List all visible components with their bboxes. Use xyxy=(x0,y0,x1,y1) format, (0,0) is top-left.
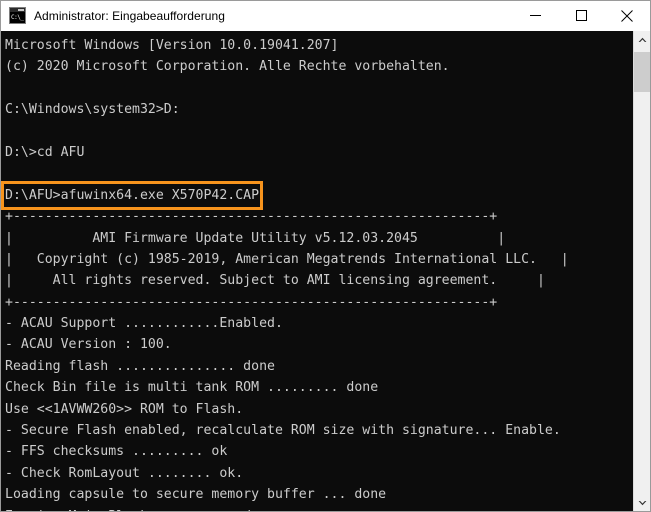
console-line: +---------------------------------------… xyxy=(5,209,498,225)
console-line: Use <<1AVWW260>> ROM to Flash. xyxy=(5,401,244,417)
close-button[interactable] xyxy=(604,1,650,30)
console-line: - Check RomLayout ........ ok. xyxy=(5,465,244,481)
scroll-down-arrow[interactable] xyxy=(634,494,650,511)
console-area: Microsoft Windows [Version 10.0.19041.20… xyxy=(1,31,650,511)
maximize-button[interactable] xyxy=(558,1,604,30)
scroll-thumb[interactable] xyxy=(634,52,650,92)
console-line: | All rights reserved. Subject to AMI li… xyxy=(5,273,545,289)
console-line: C:\Windows\system32>D: xyxy=(5,102,180,118)
cmd-icon-glyph: C:\_ xyxy=(10,12,25,23)
console-line: - FFS checksums ......... ok xyxy=(5,444,228,460)
minimize-button[interactable] xyxy=(512,1,558,30)
console-line: - ACAU Support ............Enabled. xyxy=(5,316,283,332)
console-line: +---------------------------------------… xyxy=(5,294,498,310)
console-line-highlighted: D:\AFU>afuwinx64.exe X570P42.CAP xyxy=(1,180,633,211)
console-line: | AMI Firmware Update Utility v5.12.03.2… xyxy=(5,230,506,246)
window-title: Administrator: Eingabeaufforderung xyxy=(34,8,225,23)
cmd-console-icon: C:\_ xyxy=(9,7,26,24)
console-line: - Secure Flash enabled, recalculate ROM … xyxy=(5,423,561,439)
console-line: Loading capsule to secure memory buffer … xyxy=(5,487,387,503)
highlight-box: D:\AFU>afuwinx64.exe X570P42.CAP xyxy=(1,180,264,211)
console-output[interactable]: Microsoft Windows [Version 10.0.19041.20… xyxy=(1,31,633,511)
console-line: D:\>cd AFU xyxy=(5,144,85,160)
console-line: Check Bin file is multi tank ROM .......… xyxy=(5,380,379,396)
console-line: Reading flash ............... done xyxy=(5,358,275,374)
window-controls xyxy=(512,1,650,30)
scrollbar-track[interactable] xyxy=(634,48,650,494)
console-line: (c) 2020 Microsoft Corporation. Alle Rec… xyxy=(5,59,450,75)
vertical-scrollbar[interactable] xyxy=(633,31,650,511)
console-window: C:\_ Administrator: Eingabeaufforderung xyxy=(0,0,651,512)
console-line: - ACAU Version : 100. xyxy=(5,337,172,353)
console-line: Erasing Main Block .......... done xyxy=(5,506,633,511)
console-line: | Copyright (c) 1985-2019, American Mega… xyxy=(5,251,569,267)
console-line: Microsoft Windows [Version 10.0.19041.20… xyxy=(5,38,339,53)
scroll-up-arrow[interactable] xyxy=(634,31,650,48)
title-bar[interactable]: C:\_ Administrator: Eingabeaufforderung xyxy=(1,1,650,31)
